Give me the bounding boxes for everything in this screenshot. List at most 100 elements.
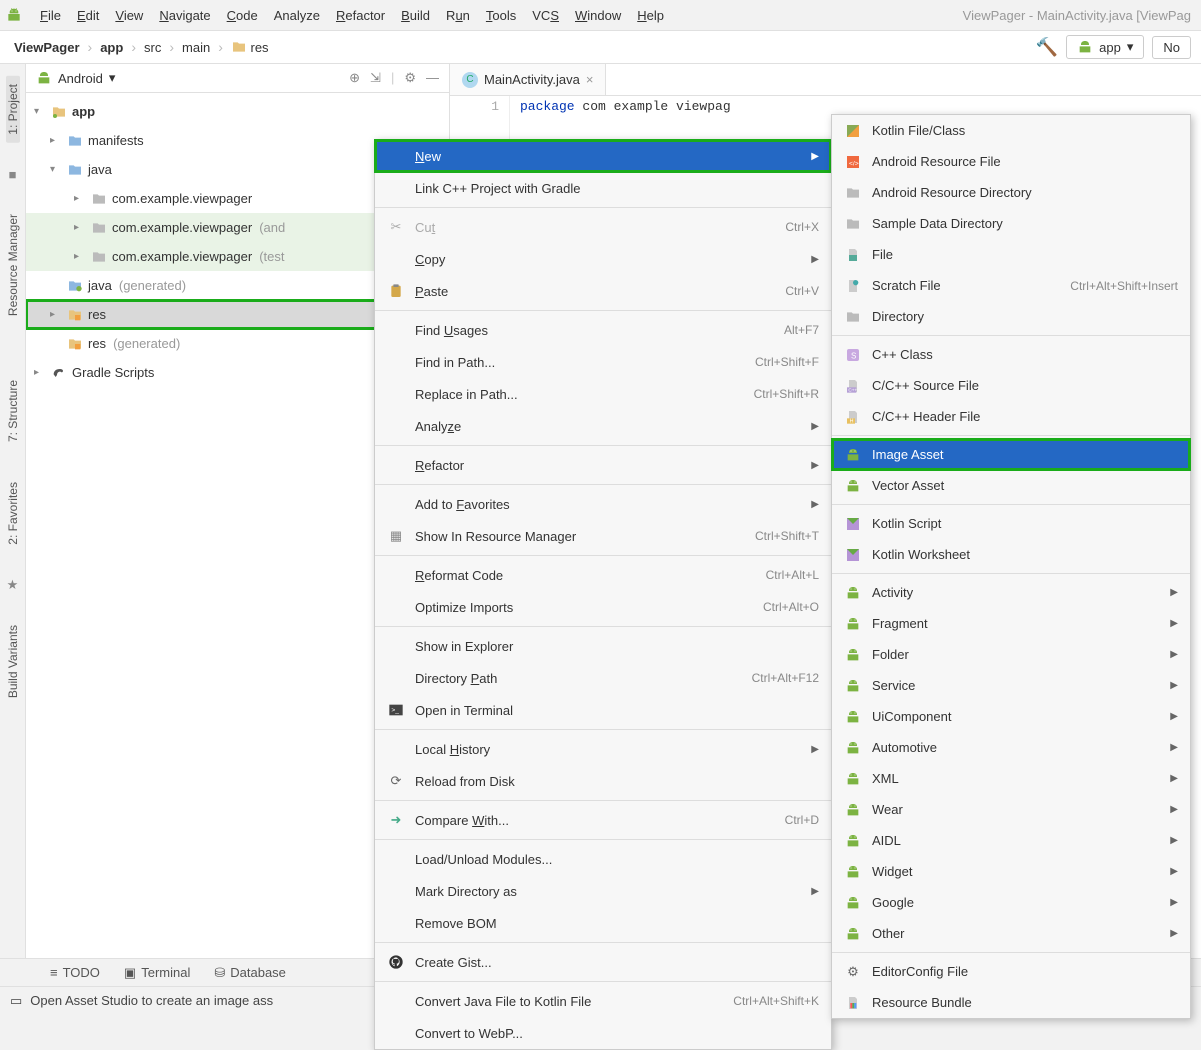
menu-item-replace-in-path-[interactable]: Replace in Path...Ctrl+Shift+R [375, 378, 831, 410]
menu-item-directory[interactable]: Directory [832, 301, 1190, 332]
menu-file[interactable]: File [32, 4, 69, 27]
menu-item-widget[interactable]: Widget▶ [832, 856, 1190, 887]
breadcrumb-item[interactable]: res [227, 37, 273, 57]
menu-item-remove-bom[interactable]: Remove BOM [375, 907, 831, 939]
menu-item-service[interactable]: Service▶ [832, 670, 1190, 701]
menu-shortcut: Ctrl+X [785, 220, 819, 234]
menu-item-reformat-code[interactable]: Reformat CodeCtrl+Alt+L [375, 559, 831, 591]
menu-item-activity[interactable]: Activity▶ [832, 577, 1190, 608]
menu-item-paste[interactable]: PasteCtrl+V [375, 275, 831, 307]
menu-item-convert-java-file-to-kotlin-file[interactable]: Convert Java File to Kotlin FileCtrl+Alt… [375, 985, 831, 1017]
menu-item-android-resource-directory[interactable]: Android Resource Directory [832, 177, 1190, 208]
menu-item-show-in-resource-manager[interactable]: ▦Show In Resource ManagerCtrl+Shift+T [375, 520, 831, 552]
menu-shortcut: Ctrl+Shift+T [755, 529, 819, 543]
tab-main-activity[interactable]: C MainActivity.java × [450, 64, 606, 95]
gutter-icon: ■ [9, 167, 17, 182]
gutter--structure[interactable]: 7: Structure [6, 372, 20, 450]
menu-help[interactable]: Help [629, 4, 672, 27]
menu-item-scratch-file[interactable]: Scratch FileCtrl+Alt+Shift+Insert [832, 270, 1190, 301]
menu-separator [375, 839, 831, 840]
menu-item-editorconfig-file[interactable]: ⚙EditorConfig File [832, 956, 1190, 987]
event-log-icon[interactable]: ▭ [10, 993, 22, 1009]
gutter-resource-manager[interactable]: Resource Manager [6, 206, 20, 324]
menu-item-c-class[interactable]: SC++ Class [832, 339, 1190, 370]
gutter--favorites[interactable]: 2: Favorites [6, 474, 20, 553]
gutter-build-variants[interactable]: Build Variants [6, 617, 20, 706]
menu-item-kotlin-script[interactable]: Kotlin Script [832, 508, 1190, 539]
menu-item-convert-to-webp-[interactable]: Convert to WebP... [375, 1017, 831, 1049]
menu-item-optimize-imports[interactable]: Optimize ImportsCtrl+Alt+O [375, 591, 831, 623]
menu-item-local-history[interactable]: Local History▶ [375, 733, 831, 765]
menu-item-android-resource-file[interactable]: </>Android Resource File [832, 146, 1190, 177]
menu-item-show-in-explorer[interactable]: Show in Explorer [375, 630, 831, 662]
gear-icon[interactable]: ⚙ [404, 70, 416, 86]
menu-item-c-c-header-file[interactable]: HC/C++ Header File [832, 401, 1190, 432]
menu-analyze[interactable]: Analyze [266, 4, 328, 27]
tree-suffix: (generated) [119, 278, 186, 293]
build-icon[interactable]: 🔨 [1036, 37, 1058, 58]
tree-row-app[interactable]: ▾app [26, 97, 449, 126]
menu-item-aidl[interactable]: AIDL▶ [832, 825, 1190, 856]
menu-item-open-in-terminal[interactable]: >_Open in Terminal [375, 694, 831, 726]
menu-view[interactable]: View [107, 4, 151, 27]
menu-item-reload-from-disk[interactable]: ⟳Reload from Disk [375, 765, 831, 797]
menu-item-resource-bundle[interactable]: Resource Bundle [832, 987, 1190, 1018]
menu-item-uicomponent[interactable]: UiComponent▶ [832, 701, 1190, 732]
menu-separator [375, 942, 831, 943]
menu-item-refactor[interactable]: Refactor▶ [375, 449, 831, 481]
menu-navigate[interactable]: Navigate [151, 4, 218, 27]
menu-item-wear[interactable]: Wear▶ [832, 794, 1190, 825]
breadcrumb-item[interactable]: main [178, 38, 214, 57]
minimize-icon[interactable]: — [426, 70, 439, 86]
menu-item-vector-asset[interactable]: Vector Asset [832, 470, 1190, 501]
menu-item-load-unload-modules-[interactable]: Load/Unload Modules... [375, 843, 831, 875]
sidebar-scope-selector[interactable]: Android ▾ [36, 70, 115, 86]
menu-item-new[interactable]: New▶ [375, 140, 831, 172]
breadcrumb-item[interactable]: ViewPager [10, 38, 84, 57]
menu-item-folder[interactable]: Folder▶ [832, 639, 1190, 670]
breadcrumb-item[interactable]: app [96, 38, 127, 57]
menu-tools[interactable]: Tools [478, 4, 524, 27]
menu-item-label: Image Asset [872, 447, 1178, 462]
tool-database[interactable]: ⛁Database [214, 965, 286, 981]
collapse-icon[interactable]: ⇲ [370, 70, 381, 86]
menu-item-fragment[interactable]: Fragment▶ [832, 608, 1190, 639]
menu-item-google[interactable]: Google▶ [832, 887, 1190, 918]
menu-item-kotlin-worksheet[interactable]: Kotlin Worksheet [832, 539, 1190, 570]
menu-item-analyze[interactable]: Analyze▶ [375, 410, 831, 442]
breadcrumb-item[interactable]: src [140, 38, 165, 57]
menu-code[interactable]: Code [219, 4, 266, 27]
menu-item-find-usages[interactable]: Find UsagesAlt+F7 [375, 314, 831, 346]
menu-item-find-in-path-[interactable]: Find in Path...Ctrl+Shift+F [375, 346, 831, 378]
menu-item-mark-directory-as[interactable]: Mark Directory as▶ [375, 875, 831, 907]
menu-build[interactable]: Build [393, 4, 438, 27]
menu-run[interactable]: Run [438, 4, 478, 27]
menu-shortcut: Ctrl+Alt+L [766, 568, 819, 582]
no-device-selector[interactable]: No [1152, 36, 1191, 59]
menu-item-kotlin-file-class[interactable]: Kotlin File/Class [832, 115, 1190, 146]
menu-item-c-c-source-file[interactable]: C++C/C++ Source File [832, 370, 1190, 401]
menu-item-copy[interactable]: Copy▶ [375, 243, 831, 275]
menu-item-compare-with-[interactable]: ➜Compare With...Ctrl+D [375, 804, 831, 836]
tool-terminal[interactable]: ▣Terminal [124, 965, 190, 981]
gutter--project[interactable]: 1: Project [6, 76, 20, 143]
menu-item-create-gist-[interactable]: Create Gist... [375, 946, 831, 978]
menu-item-add-to-favorites[interactable]: Add to Favorites▶ [375, 488, 831, 520]
close-icon[interactable]: × [586, 72, 594, 87]
menu-item-link-c-project-with-gradle[interactable]: Link C++ Project with Gradle [375, 172, 831, 204]
menu-item-other[interactable]: Other▶ [832, 918, 1190, 949]
menu-vcs[interactable]: VCS [524, 4, 567, 27]
menu-item-directory-path[interactable]: Directory PathCtrl+Alt+F12 [375, 662, 831, 694]
run-configuration-selector[interactable]: app ▾ [1066, 35, 1144, 59]
menu-item-automotive[interactable]: Automotive▶ [832, 732, 1190, 763]
target-icon[interactable]: ⊕ [349, 70, 360, 86]
tool-todo[interactable]: ≡TODO [50, 965, 100, 980]
menu-item-sample-data-directory[interactable]: Sample Data Directory [832, 208, 1190, 239]
menu-item-file[interactable]: File [832, 239, 1190, 270]
status-message: Open Asset Studio to create an image ass [30, 993, 273, 1008]
menu-window[interactable]: Window [567, 4, 629, 27]
menu-item-image-asset[interactable]: Image Asset [832, 439, 1190, 470]
menu-edit[interactable]: Edit [69, 4, 107, 27]
menu-item-xml[interactable]: XML▶ [832, 763, 1190, 794]
menu-refactor[interactable]: Refactor [328, 4, 393, 27]
